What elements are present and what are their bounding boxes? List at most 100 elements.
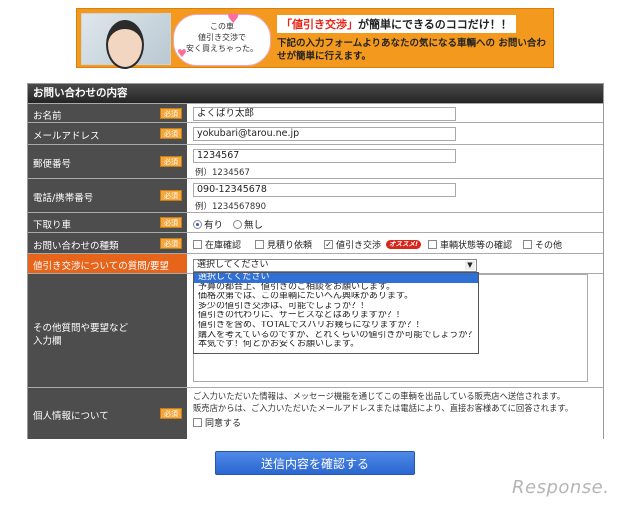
negotiation-select[interactable]: 選択してください ▼: [193, 259, 477, 272]
checkbox-label: 在庫確認: [205, 241, 242, 251]
zip-field-cell: 1234567 例）1234567: [187, 145, 603, 179]
heart-icon: ♥: [177, 47, 187, 60]
tradein-no-radio[interactable]: 無し: [233, 217, 263, 231]
banner-subtext: 下記の入力フォームよりあなたの気になる車輌への お問い合わせが簡単に行えます。: [277, 38, 546, 62]
recommend-badge: オススメ!: [386, 240, 421, 249]
phone-hint: 例）1234567890: [195, 202, 267, 212]
privacy-row: 個人情報について 必須 ご入力いただいた情報は、メッセージ機能を通じてこの車輌を…: [28, 387, 603, 439]
checkbox-label: 同意する: [205, 419, 242, 429]
zip-input[interactable]: 1234567: [193, 149, 456, 163]
dropdown-option[interactable]: 値引きの代わりに、サービスなどはありますか？！: [194, 311, 478, 321]
required-badge: 必須: [160, 190, 182, 201]
phone-input[interactable]: 090-12345678: [193, 183, 456, 197]
name-field-cell: よくばり太郎: [187, 104, 603, 123]
name-input[interactable]: よくばり太郎: [193, 107, 456, 121]
banner-headline: 「値引き交渉」が簡単にできるのココだけ！！: [277, 15, 516, 33]
checkbox-box: [193, 418, 202, 427]
privacy-text-line: 販売店からは、ご入力いただいたメールアドレスまたは電話により、直接お客様あてに回…: [193, 403, 574, 413]
headline-rest: が簡単にできるのココだけ！！: [358, 18, 512, 31]
label-text: お名前: [33, 111, 62, 122]
speech-bubble: この車 値引き交渉で 安く買えちゃった。: [173, 14, 271, 66]
required-badge: 必須: [160, 238, 182, 249]
email-row: メールアドレス 必須 yokubari@tarou.ne.jp: [28, 122, 603, 145]
radio-dot: [193, 219, 202, 229]
phone-field-cell: 090-12345678 例）1234567890: [187, 179, 603, 213]
agree-checkbox[interactable]: 同意する: [193, 416, 241, 429]
bubble-line: 値引き交渉で: [198, 33, 246, 42]
confirm-submit-button[interactable]: 送信内容を確認する: [215, 451, 415, 475]
radio-dot: [233, 219, 242, 229]
checkbox-label: 値引き交渉: [336, 241, 382, 251]
form-header: お問い合わせの内容: [28, 84, 603, 103]
other-label: その他質問や要望など 入力欄: [28, 274, 187, 388]
bubble-line: 安く買えちゃった。: [186, 44, 258, 53]
tradein-yes-radio[interactable]: 有り: [193, 217, 223, 231]
required-badge: 必須: [160, 128, 182, 139]
estimate-checkbox[interactable]: 見積り依頼: [255, 238, 312, 251]
dropdown-option[interactable]: 選択してください: [194, 273, 478, 283]
woman-in-car-image: [81, 13, 171, 69]
name-row: お名前 必須 よくばり太郎: [28, 103, 603, 123]
dropdown-option[interactable]: 多少の値引き交渉は、可能でしょうか？！: [194, 302, 478, 312]
headline-highlight: 「値引き交渉」: [281, 18, 358, 31]
checkbox-label: 見積り依頼: [267, 241, 313, 251]
checkbox-box: [523, 240, 532, 249]
dropdown-option[interactable]: 本気です！何とかお安くお願いします。: [194, 340, 478, 350]
label-text: お問い合わせの種類: [33, 241, 119, 252]
label-text: 郵便番号: [33, 159, 72, 170]
required-badge: 必須: [160, 408, 182, 419]
radio-label: 無し: [244, 220, 264, 231]
tradein-label: 下取り車 必須: [28, 213, 187, 233]
response-logo: Response.: [512, 477, 610, 498]
checkbox-box: [255, 240, 264, 249]
zip-label: 郵便番号 必須: [28, 145, 187, 179]
label-text: 電話/携帯番号: [33, 193, 94, 204]
condition-check-checkbox[interactable]: 車輌状態等の確認: [428, 238, 512, 251]
required-badge: 必須: [160, 156, 182, 167]
dropdown-option[interactable]: 予算の都合上、値引きのご相談をお願いします。: [194, 283, 478, 293]
chevron-down-icon[interactable]: ▼: [465, 261, 475, 270]
label-text: 入力欄: [33, 336, 62, 347]
email-field-cell: yokubari@tarou.ne.jp: [187, 123, 603, 145]
banner-caption: 「値引き交渉」が簡単にできるのココだけ！！ 下記の入力フォームよりあなたの気にな…: [277, 15, 547, 63]
dropdown-option[interactable]: 値引きを含め、TOTALでズバリお幾らになりますか？！: [194, 321, 478, 331]
label-text: 個人情報について: [33, 411, 109, 422]
dropdown-option[interactable]: 購入を考えているのですが、どれくらいの値引きが可能でしょうか？！: [194, 331, 478, 341]
checkbox-label: その他: [535, 241, 563, 251]
checkbox-box: [428, 240, 437, 249]
privacy-field-cell: ご入力いただいた情報は、メッセージ機能を通じてこの車輌を出品している販売店へ送信…: [187, 388, 603, 439]
inquiry-type-field-cell: 在庫確認 見積り依頼 ✓ 値引き交渉 オススメ! 車輌状態等の確認 その他: [187, 233, 603, 254]
required-badge: 必須: [160, 108, 182, 119]
negotiation-label: 値引き交渉についての質問/要望: [28, 254, 187, 274]
email-input[interactable]: yokubari@tarou.ne.jp: [193, 127, 456, 141]
checkbox-box: ✓: [324, 240, 333, 249]
select-value: 選択してください: [197, 260, 269, 270]
phone-row: 電話/携帯番号 必須 090-12345678 例）1234567890: [28, 178, 603, 213]
radio-label: 有り: [204, 220, 224, 231]
inquiry-type-label: お問い合わせの種類 必須: [28, 233, 187, 254]
phone-label: 電話/携帯番号 必須: [28, 179, 187, 213]
stock-check-checkbox[interactable]: 在庫確認: [193, 238, 241, 251]
privacy-text-line: ご入力いただいた情報は、メッセージ機能を通じてこの車輌を出品している販売店へ送信…: [193, 391, 566, 401]
dropdown-option[interactable]: 価格次第では、この車輌にたいへん興味があります。: [194, 292, 478, 302]
heart-icon: ♥: [227, 11, 240, 27]
label-text: 値引き交渉についての質問/要望: [33, 261, 169, 272]
promo-banner: この車 値引き交渉で 安く買えちゃった。 ♥ ♥ 「値引き交渉」が簡単にできるの…: [76, 8, 554, 69]
label-text: メールアドレス: [33, 131, 100, 142]
inquiry-form: お問い合わせの内容 お名前 必須 よくばり太郎 メールアドレス 必須 yokub…: [27, 83, 604, 439]
negotiation-checkbox[interactable]: ✓ 値引き交渉 オススメ!: [324, 238, 421, 251]
zip-row: 郵便番号 必須 1234567 例）1234567: [28, 144, 603, 179]
bubble-line: この車: [210, 22, 234, 31]
other-checkbox[interactable]: その他: [523, 238, 562, 251]
email-label: メールアドレス 必須: [28, 123, 187, 145]
checkbox-label: 車輌状態等の確認: [440, 241, 513, 251]
tradein-row: 下取り車 必須 有り 無し: [28, 212, 603, 233]
tradein-field-cell: 有り 無し: [187, 213, 603, 233]
privacy-label: 個人情報について 必須: [28, 388, 187, 439]
name-label: お名前 必須: [28, 104, 187, 123]
label-text: 下取り車: [33, 220, 72, 231]
required-badge: 必須: [160, 217, 182, 228]
zip-hint: 例）1234567: [195, 168, 250, 178]
inquiry-type-row: お問い合わせの種類 必須 在庫確認 見積り依頼 ✓ 値引き交渉 オススメ! 車輌状態…: [28, 232, 603, 254]
label-text: その他質問や要望など: [33, 323, 129, 334]
